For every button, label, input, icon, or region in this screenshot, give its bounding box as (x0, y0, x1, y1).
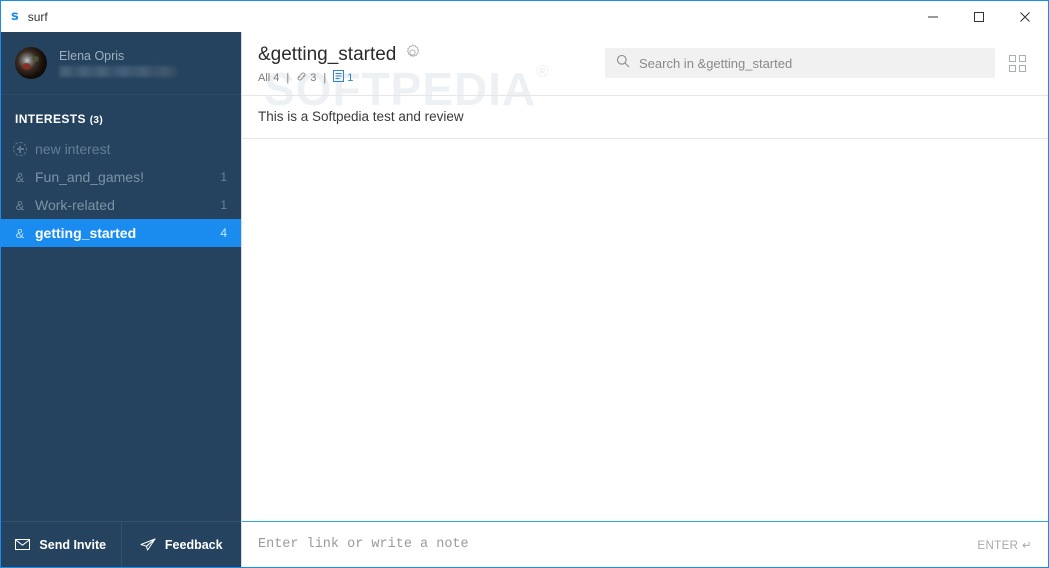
sidebar-footer: Send Invite Feedback (1, 521, 241, 567)
interests-list: new interest & Fun_and_games! 1 & Work-r… (1, 135, 241, 247)
filter-links-count: 3 (310, 71, 317, 84)
close-icon[interactable] (1002, 1, 1048, 32)
sidebar-item-label: getting_started (35, 225, 137, 241)
enter-hint: ENTER ↵ (977, 539, 1032, 552)
note-text: This is a Softpedia test and review (258, 109, 464, 124)
grid-cell (1009, 64, 1016, 72)
profile-texts: Elena Opris (59, 49, 177, 77)
send-invite-label: Send Invite (39, 537, 107, 552)
list-item[interactable]: This is a Softpedia test and review (242, 96, 1048, 139)
feedback-button[interactable]: Feedback (120, 522, 242, 567)
ampersand-icon: & (15, 197, 25, 213)
note-icon (333, 70, 345, 85)
search-input[interactable] (639, 55, 984, 71)
filter-links[interactable]: 3 (296, 71, 316, 85)
app-title: surf (27, 9, 48, 24)
grid-cell (1019, 54, 1026, 62)
profile-email-redacted (59, 66, 177, 77)
content-list: This is a Softpedia test and review (242, 95, 1048, 139)
gear-icon[interactable] (404, 44, 421, 66)
feedback-label: Feedback (164, 537, 223, 552)
search-icon (616, 54, 630, 73)
sidebar-item-count: 1 (220, 198, 227, 212)
filter-all-label: All (258, 71, 271, 84)
main-header-right (605, 44, 1026, 78)
link-icon (296, 71, 307, 85)
ampersand-icon: & (15, 225, 25, 241)
title-bar-left: s surf (1, 10, 48, 24)
avatar (15, 47, 47, 79)
sidebar-item-label: Fun_and_games! (35, 169, 144, 185)
sidebar-item-fun-and-games[interactable]: & Fun_and_games! 1 (1, 163, 241, 191)
interests-count: (3) (89, 115, 104, 126)
grid-view-icon[interactable] (1009, 54, 1026, 72)
composer-input[interactable] (258, 537, 978, 552)
filter-separator: | (323, 71, 327, 84)
new-interest-label: new interest (35, 141, 111, 157)
grid-cell (1009, 54, 1016, 62)
maximize-icon[interactable] (956, 1, 1002, 32)
filter-notes-count: 1 (347, 71, 354, 84)
main-header: &getting_started All 4 | 3 | 1 Search in… (242, 32, 1048, 85)
sidebar-item-count: 1 (220, 170, 227, 184)
plus-circle-icon (13, 142, 27, 156)
profile-name: Elena Opris (59, 49, 125, 63)
content-empty-area (242, 139, 1048, 521)
main-panel: SOFTPEDIA® &getting_started All 4 | 3 | … (241, 32, 1048, 567)
sidebar-item-getting-started[interactable]: & getting_started 4 (1, 219, 241, 247)
page-title: &getting_started (258, 44, 397, 65)
grid-cell (1019, 64, 1026, 72)
ampersand-icon: & (15, 169, 25, 185)
envelope-icon (15, 539, 31, 550)
app-window: s surf Elena Opris INTERESTS (3) new int… (0, 0, 1049, 568)
minimize-icon[interactable] (910, 1, 956, 32)
search-box[interactable] (605, 48, 995, 78)
sidebar-item-count: 4 (220, 226, 227, 240)
filter-bar: All 4 | 3 | 1 (258, 70, 421, 85)
user-profile[interactable]: Elena Opris (1, 32, 241, 95)
filter-all-count: 4 (273, 71, 280, 84)
sidebar-item-label: Work-related (35, 197, 115, 213)
filter-notes[interactable]: 1 (333, 70, 353, 85)
new-interest-button[interactable]: new interest (1, 135, 241, 163)
main-header-left: &getting_started All 4 | 3 | 1 (258, 44, 421, 85)
composer-bar: ENTER ↵ (242, 521, 1048, 567)
board-title-row: &getting_started (258, 44, 421, 66)
window-controls (910, 1, 1048, 32)
send-invite-button[interactable]: Send Invite (1, 522, 121, 567)
interests-label: INTERESTS (15, 112, 86, 126)
sidebar-item-work-related[interactable]: & Work-related 1 (1, 191, 241, 219)
filter-all[interactable]: All 4 (258, 72, 279, 84)
title-bar: s surf (1, 1, 1048, 32)
interests-section-header: INTERESTS (3) (1, 95, 241, 135)
sidebar: Elena Opris INTERESTS (3) new interest &… (1, 32, 241, 567)
s-logo-icon: s (11, 9, 19, 24)
window-body: Elena Opris INTERESTS (3) new interest &… (1, 32, 1048, 567)
paper-plane-icon (140, 538, 156, 551)
filter-separator: | (286, 71, 290, 84)
